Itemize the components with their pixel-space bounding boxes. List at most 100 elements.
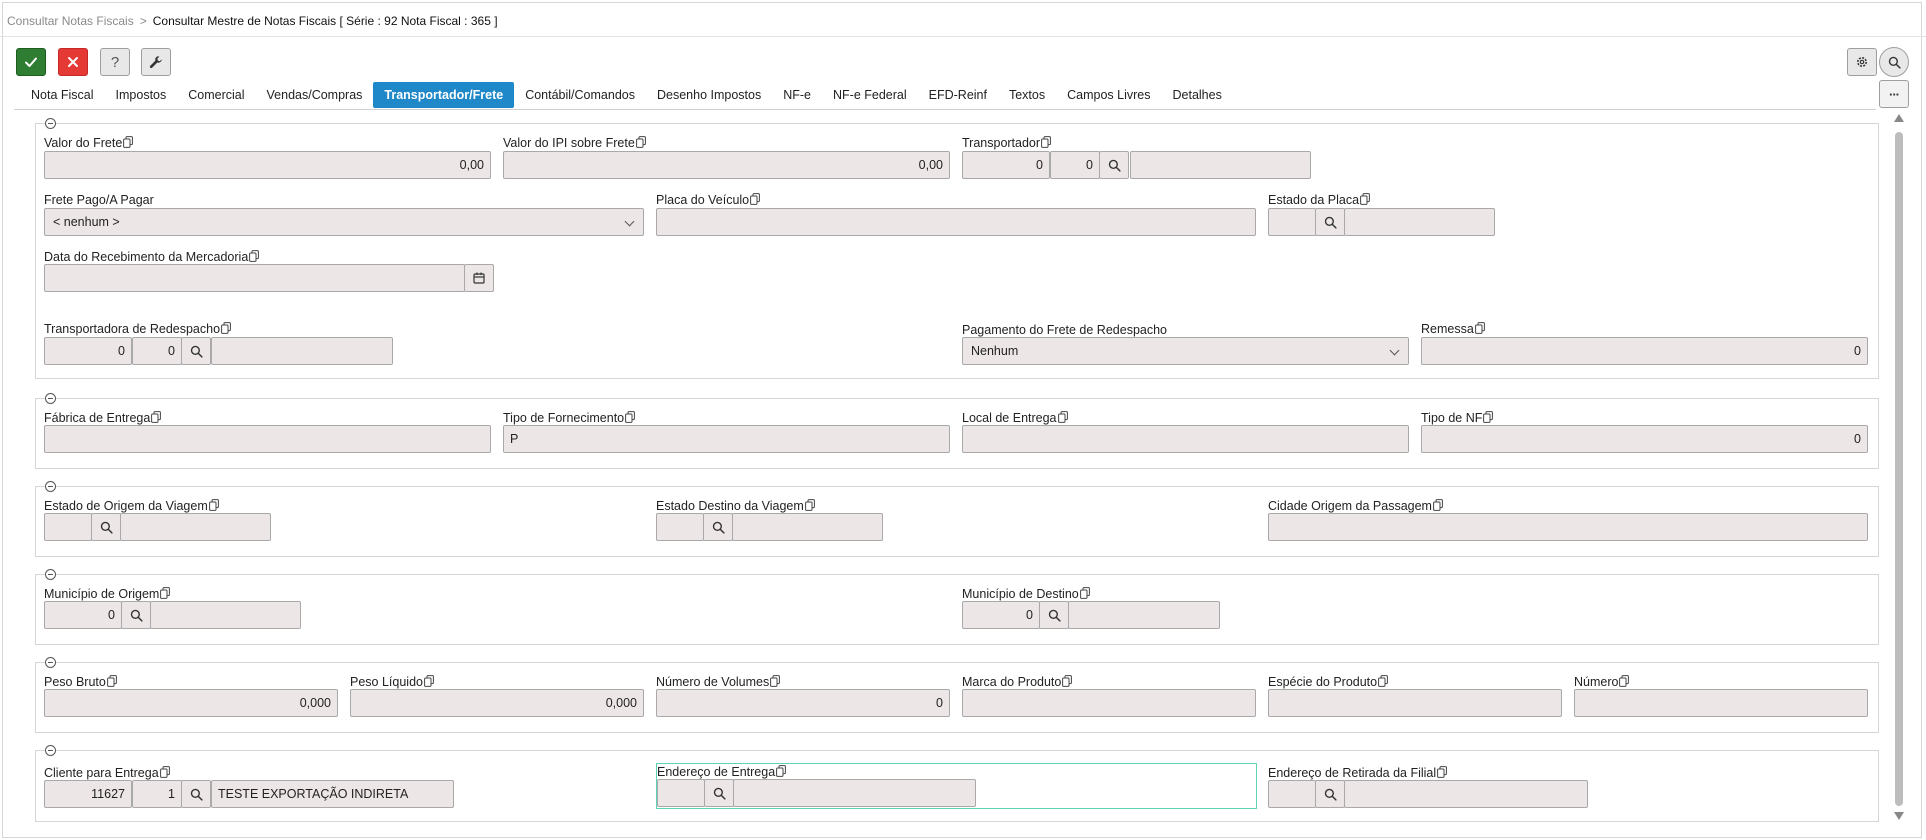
cliente-entrega-lookup-button[interactable] [181,780,211,808]
endereco-entrega-lookup-button[interactable] [704,779,734,807]
transp-redespacho-code2-field[interactable]: 0 [132,337,182,365]
tab-desenho-impostos[interactable]: Desenho Impostos [646,82,772,108]
global-search-button[interactable] [1879,47,1909,77]
copy-icon[interactable] [221,322,231,334]
estado-destino-code-field[interactable] [656,513,704,541]
copy-icon[interactable] [209,499,219,511]
remessa-field[interactable]: 0 [1421,337,1868,365]
transp-redespacho-name-field[interactable] [211,337,393,365]
scroll-thumb[interactable] [1895,132,1903,806]
transportador-code1-field[interactable]: 0 [962,151,1050,179]
local-entrega-field[interactable] [962,425,1409,453]
data-recebimento-field[interactable] [44,264,465,292]
marca-produto-field[interactable] [962,689,1256,717]
especie-produto-field[interactable] [1268,689,1562,717]
copy-icon[interactable] [636,136,646,148]
copy-icon[interactable] [625,411,635,423]
copy-icon[interactable] [160,587,170,599]
municipio-destino-code-field[interactable]: 0 [962,601,1040,629]
estado-destino-lookup-button[interactable] [703,513,733,541]
collapse-icon[interactable] [45,657,56,668]
collapse-icon[interactable] [45,118,56,129]
copy-icon[interactable] [776,765,786,777]
municipio-origem-lookup-button[interactable] [121,601,151,629]
endereco-retirada-name-field[interactable] [1344,780,1588,808]
copy-icon[interactable] [1080,587,1090,599]
tab-comercial[interactable]: Comercial [177,82,255,108]
copy-icon[interactable] [1041,136,1051,148]
copy-icon[interactable] [123,136,133,148]
copy-icon[interactable] [1360,193,1370,205]
numero-field[interactable] [1574,689,1868,717]
collapse-icon[interactable] [45,481,56,492]
endereco-entrega-code-field[interactable] [657,779,705,807]
copy-icon[interactable] [1058,411,1068,423]
copy-icon[interactable] [1483,411,1493,423]
vertical-scrollbar[interactable] [1891,110,1907,824]
valor-frete-field[interactable]: 0,00 [44,151,491,179]
endereco-retirada-code-field[interactable] [1268,780,1316,808]
tipo-fornecimento-field[interactable]: P [503,425,950,453]
fabrica-entrega-field[interactable] [44,425,491,453]
copy-icon[interactable] [1619,675,1629,687]
collapse-icon[interactable] [45,569,56,580]
tab-nf-e-federal[interactable]: NF-e Federal [822,82,918,108]
copy-icon[interactable] [424,675,434,687]
tipo-nf-field[interactable]: 0 [1421,425,1868,453]
frete-pago-select[interactable]: < nenhum > [44,208,644,236]
transportador-code2-field[interactable]: 0 [1050,151,1100,179]
copy-icon[interactable] [750,193,760,205]
estado-origem-lookup-button[interactable] [91,513,121,541]
municipio-origem-code-field[interactable]: 0 [44,601,122,629]
tab-contabil-comandos[interactable]: Contábil/Comandos [514,82,646,108]
cliente-entrega-name-field[interactable]: TESTE EXPORTAÇÃO INDIRETA [211,780,454,808]
copy-icon[interactable] [805,499,815,511]
copy-icon[interactable] [1433,499,1443,511]
cliente-entrega-code1-field[interactable]: 11627 [44,780,132,808]
endereco-retirada-lookup-button[interactable] [1315,780,1345,808]
copy-icon[interactable] [1475,322,1485,334]
valor-ipi-frete-field[interactable]: 0,00 [503,151,950,179]
copy-icon[interactable] [1062,675,1072,687]
cidade-origem-field[interactable] [1268,513,1868,541]
municipio-destino-lookup-button[interactable] [1039,601,1069,629]
copy-icon[interactable] [1378,675,1388,687]
tab-efd-reinf[interactable]: EFD-Reinf [918,82,998,108]
more-tabs-button[interactable]: ··· [1879,80,1909,108]
calendar-button[interactable] [464,264,494,292]
estado-placa-code-field[interactable] [1268,208,1316,236]
transp-redespacho-lookup-button[interactable] [181,337,211,365]
estado-placa-name-field[interactable] [1344,208,1495,236]
tab-nota-fiscal[interactable]: Nota Fiscal [20,82,105,108]
scroll-down-icon[interactable] [1894,812,1904,820]
peso-bruto-field[interactable]: 0,000 [44,689,338,717]
collapse-icon[interactable] [45,745,56,756]
confirm-button[interactable] [16,48,46,76]
estado-origem-name-field[interactable] [120,513,271,541]
estado-origem-code-field[interactable] [44,513,92,541]
transportador-name-field[interactable] [1130,151,1311,179]
settings-button[interactable] [1847,48,1877,76]
peso-liquido-field[interactable]: 0,000 [350,689,644,717]
transportador-lookup-button[interactable] [1099,151,1129,179]
copy-icon[interactable] [160,766,170,778]
tab-transportador-frete[interactable]: Transportador/Frete [373,82,515,108]
transp-redespacho-code1-field[interactable]: 0 [44,337,132,365]
breadcrumb-parent[interactable]: Consultar Notas Fiscais [7,14,134,28]
estado-destino-name-field[interactable] [732,513,883,541]
tab-detalhes[interactable]: Detalhes [1162,82,1233,108]
copy-icon[interactable] [770,675,780,687]
cancel-button[interactable] [58,48,88,76]
municipio-destino-name-field[interactable] [1068,601,1220,629]
tab-vendas-compras[interactable]: Vendas/Compras [256,82,374,108]
tab-textos[interactable]: Textos [998,82,1056,108]
copy-icon[interactable] [249,250,259,262]
copy-icon[interactable] [1437,766,1447,778]
endereco-entrega-name-field[interactable] [733,779,976,807]
tools-button[interactable] [141,48,171,76]
placa-veiculo-field[interactable] [656,208,1256,236]
estado-placa-lookup-button[interactable] [1315,208,1345,236]
cliente-entrega-code2-field[interactable]: 1 [132,780,182,808]
municipio-origem-name-field[interactable] [150,601,301,629]
tab-campos-livres[interactable]: Campos Livres [1056,82,1161,108]
